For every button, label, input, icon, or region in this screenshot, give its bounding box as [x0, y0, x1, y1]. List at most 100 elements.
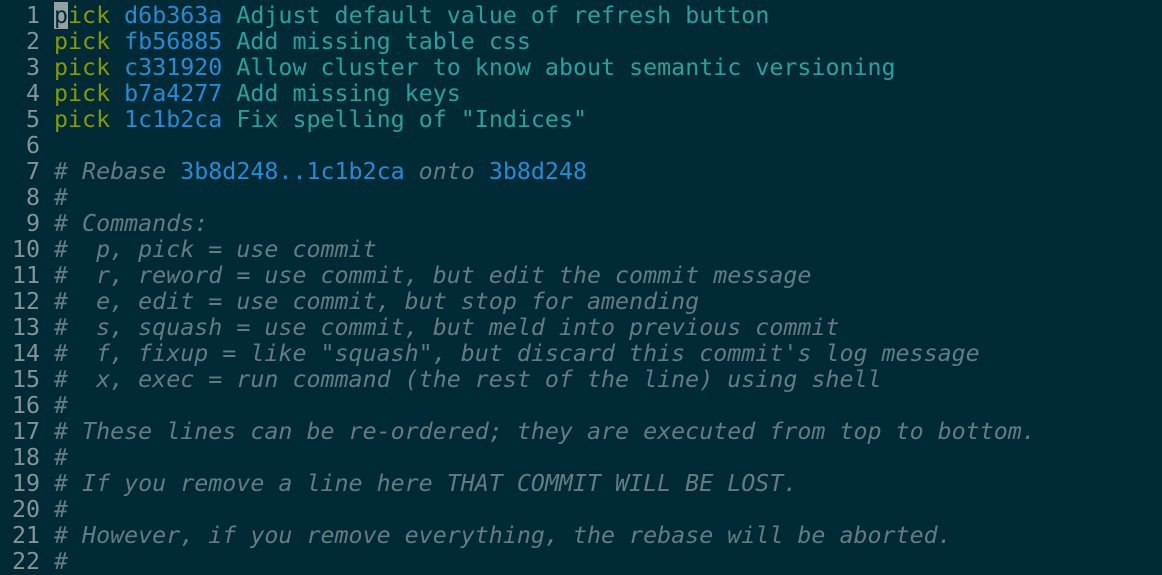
line-content: #	[54, 184, 68, 211]
text-cursor: p	[54, 2, 69, 29]
editor-line[interactable]: 16 #	[0, 393, 1162, 419]
editor-line[interactable]: 15 # x, exec = run command (the rest of t…	[0, 367, 1162, 393]
comment-text: #	[54, 496, 69, 523]
editor-line[interactable]: 9 # Commands:	[0, 211, 1162, 237]
commit-message: Add missing table css	[236, 28, 531, 55]
comment-text: # These lines can be re-ordered; they ar…	[54, 418, 1036, 445]
comment-text: # p, pick = use commit	[54, 236, 377, 263]
editor-line[interactable]: 6	[0, 133, 1162, 159]
line-content: pick d6b363a Adjust default value of ref…	[54, 2, 769, 29]
line-content: # These lines can be re-ordered; they ar…	[54, 418, 1036, 445]
line-content: # p, pick = use commit	[54, 236, 377, 263]
line-number: 17	[11, 418, 40, 445]
commit-range: 3b8d248..1c1b2ca	[180, 158, 405, 185]
comment-text: #	[54, 444, 69, 471]
editor-line[interactable]: 2 pick fb56885 Add missing table css	[0, 29, 1162, 55]
rebase-command: pick	[54, 80, 111, 107]
comment-text: onto	[404, 158, 489, 185]
onto-hash: 3b8d248	[488, 158, 587, 185]
line-number: 9	[25, 210, 40, 237]
line-content: # Rebase 3b8d248..1c1b2ca onto 3b8d248	[54, 158, 587, 185]
comment-text: #	[54, 184, 69, 211]
comment-text: # If you remove a line here THAT COMMIT …	[54, 470, 798, 497]
comment-text: #	[54, 548, 69, 575]
editor-line[interactable]: 14 # f, fixup = like "squash", but discar…	[0, 341, 1162, 367]
text-editor[interactable]: 1 pick d6b363a Adjust default value of re…	[0, 2, 1162, 575]
line-number: 7	[25, 158, 40, 185]
line-content: # However, if you remove everything, the…	[54, 522, 952, 549]
line-number: 14	[11, 340, 40, 367]
line-number: 19	[11, 470, 40, 497]
editor-line[interactable]: 20 #	[0, 497, 1162, 523]
editor-line[interactable]: 11 # r, reword = use commit, but edit the…	[0, 263, 1162, 289]
line-content: #	[54, 496, 68, 523]
line-content: pick 1c1b2ca Fix spelling of "Indices"	[54, 106, 587, 133]
line-content: # f, fixup = like "squash", but discard …	[54, 340, 980, 367]
comment-text: # Rebase	[54, 158, 181, 185]
rebase-command: pick	[54, 28, 111, 55]
editor-line[interactable]: 1 pick d6b363a Adjust default value of re…	[0, 2, 1162, 29]
line-number: 15	[11, 366, 40, 393]
editor-line[interactable]: 21 # However, if you remove everything, t…	[0, 523, 1162, 549]
editor-line[interactable]: 13 # s, squash = use commit, but meld int…	[0, 315, 1162, 341]
rebase-command: pick	[54, 106, 111, 133]
editor-line[interactable]: 17 # These lines can be re-ordered; they …	[0, 419, 1162, 445]
commit-message: Adjust default value of refresh button	[236, 2, 770, 29]
line-number: 3	[25, 54, 40, 81]
line-content: pick c331920 Allow cluster to know about…	[54, 54, 896, 81]
line-number: 2	[25, 28, 40, 55]
line-content: # e, edit = use commit, but stop for ame…	[54, 288, 699, 315]
editor-line[interactable]: 4 pick b7a4277 Add missing keys	[0, 81, 1162, 107]
commit-hash: d6b363a	[124, 2, 223, 29]
line-number: 6	[25, 132, 40, 159]
line-content: # s, squash = use commit, but meld into …	[54, 314, 839, 341]
commit-hash: c331920	[124, 54, 223, 81]
rebase-command: pick	[54, 2, 110, 29]
editor-line[interactable]: 10 # p, pick = use commit	[0, 237, 1162, 263]
line-number: 21	[11, 522, 40, 549]
editor-line[interactable]: 5 pick 1c1b2ca Fix spelling of "Indices"	[0, 107, 1162, 133]
commit-message: Fix spelling of "Indices"	[236, 106, 588, 133]
comment-text: # s, squash = use commit, but meld into …	[54, 314, 840, 341]
editor-line[interactable]: 18 #	[0, 445, 1162, 471]
rebase-command-rest: ick	[68, 2, 111, 29]
line-content: #	[54, 392, 68, 419]
commit-hash: b7a4277	[124, 80, 223, 107]
line-number: 1	[25, 2, 40, 29]
line-number: 4	[25, 80, 40, 107]
commit-hash: fb56885	[124, 28, 223, 55]
commit-message: Allow cluster to know about semantic ver…	[236, 54, 896, 81]
comment-text: # Commands:	[54, 210, 209, 237]
comment-text: # f, fixup = like "squash", but discard …	[54, 340, 980, 367]
line-content: # If you remove a line here THAT COMMIT …	[54, 470, 797, 497]
editor-line[interactable]: 7 # Rebase 3b8d248..1c1b2ca onto 3b8d248	[0, 159, 1162, 185]
rebase-command: pick	[54, 54, 111, 81]
comment-text: # However, if you remove everything, the…	[54, 522, 952, 549]
editor-line[interactable]: 22 #	[0, 549, 1162, 575]
line-content: # x, exec = run command (the rest of the…	[54, 366, 882, 393]
line-number: 13	[11, 314, 40, 341]
line-number: 11	[11, 262, 40, 289]
comment-text: #	[54, 392, 69, 419]
line-number: 16	[11, 392, 40, 419]
comment-text: # x, exec = run command (the rest of the…	[54, 366, 882, 393]
editor-line[interactable]: 3 pick c331920 Allow cluster to know abou…	[0, 55, 1162, 81]
editor-line[interactable]: 8 #	[0, 185, 1162, 211]
commit-hash: 1c1b2ca	[124, 106, 223, 133]
comment-text: # e, edit = use commit, but stop for ame…	[54, 288, 700, 315]
editor-line[interactable]: 19 # If you remove a line here THAT COMMI…	[0, 471, 1162, 497]
line-content: # r, reword = use commit, but edit the c…	[54, 262, 811, 289]
line-number: 12	[11, 288, 40, 315]
line-content: # Commands:	[54, 210, 208, 237]
commit-message: Add missing keys	[236, 80, 461, 107]
line-number: 18	[11, 444, 40, 471]
line-number: 5	[25, 106, 40, 133]
line-content: #	[54, 444, 68, 471]
line-number: 10	[11, 236, 40, 263]
comment-text: # r, reword = use commit, but edit the c…	[54, 262, 812, 289]
line-number: 22	[11, 548, 40, 575]
line-content: pick b7a4277 Add missing keys	[54, 80, 461, 107]
line-number: 20	[11, 496, 40, 523]
editor-line[interactable]: 12 # e, edit = use commit, but stop for a…	[0, 289, 1162, 315]
line-content: pick fb56885 Add missing table css	[54, 28, 531, 55]
